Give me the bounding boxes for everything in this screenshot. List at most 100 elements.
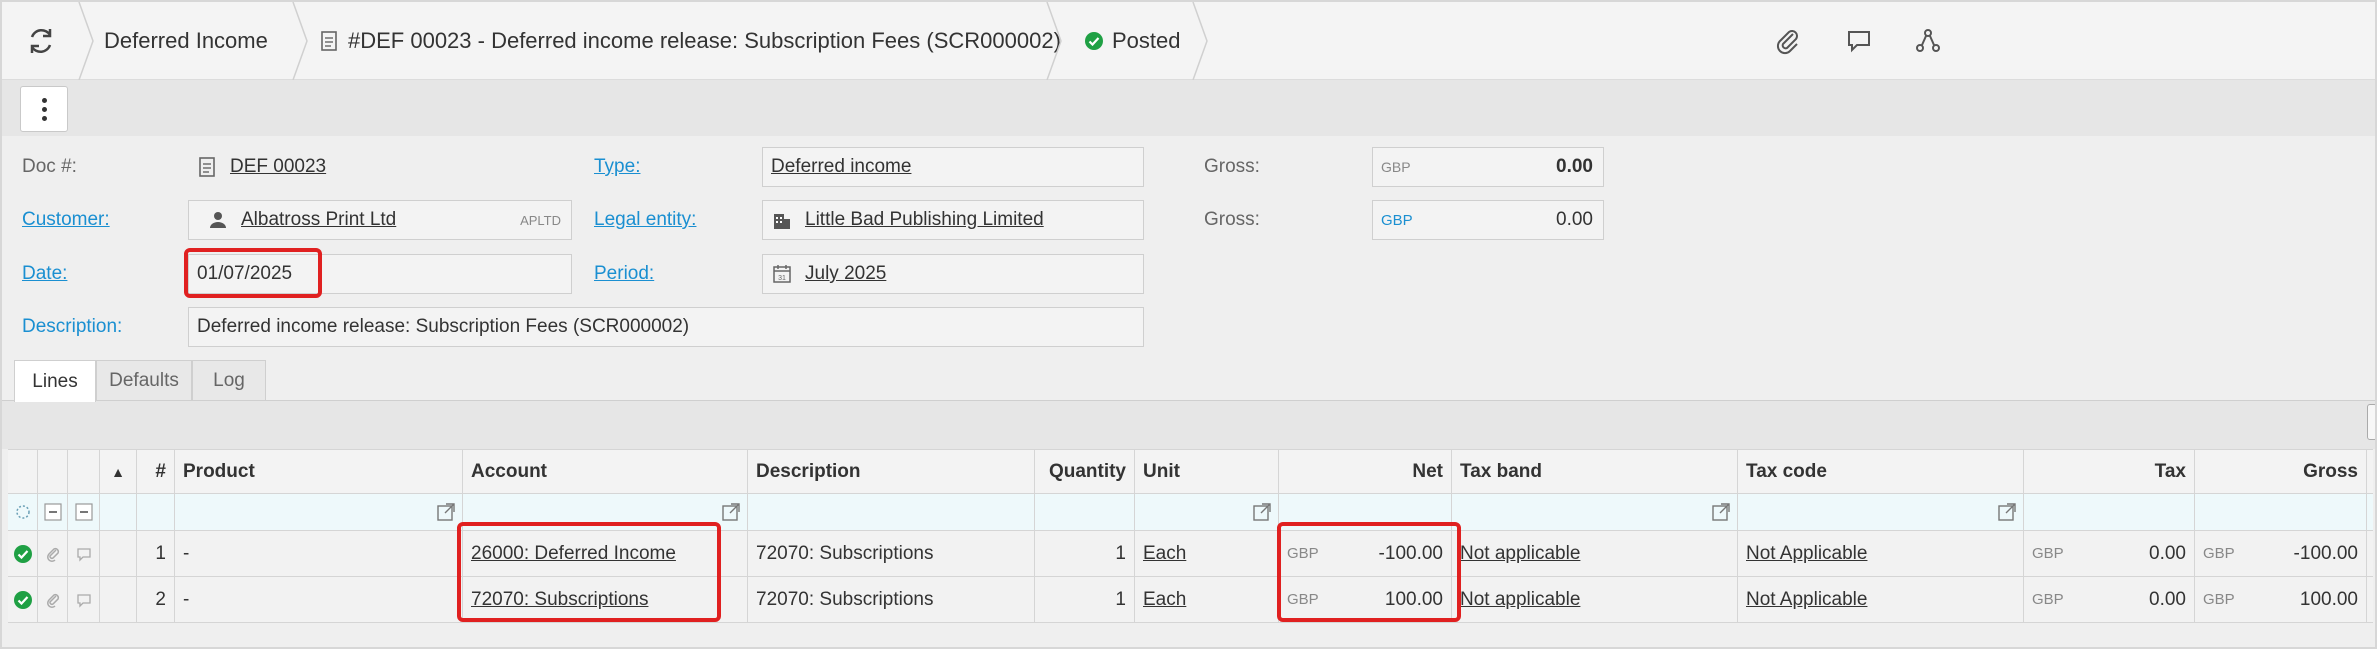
- cell-number: 2: [137, 577, 175, 622]
- popout-icon[interactable]: [1997, 502, 2017, 522]
- legal-entity-field[interactable]: Little Bad Publishing Limited: [762, 200, 1144, 240]
- cell-quantity[interactable]: 1: [1035, 577, 1135, 622]
- account-link[interactable]: 72070: Subscriptions: [471, 589, 648, 611]
- column-header-product[interactable]: Product: [175, 450, 463, 493]
- cell-description[interactable]: 72070: Subscriptions: [748, 531, 1035, 576]
- cell-net[interactable]: GBP 100.00: [1279, 577, 1452, 622]
- row-attachment[interactable]: [38, 577, 68, 622]
- column-header-gross[interactable]: Gross: [2195, 450, 2367, 493]
- filter-description[interactable]: [748, 494, 1035, 530]
- column-header-unit[interactable]: Unit: [1135, 450, 1279, 493]
- cell-product[interactable]: -: [175, 577, 463, 622]
- account-link[interactable]: 26000: Deferred Income: [471, 543, 676, 565]
- refresh-icon[interactable]: [26, 26, 56, 56]
- toolbar: [2, 80, 2375, 136]
- more-actions-button[interactable]: [20, 86, 68, 132]
- row-comment[interactable]: [68, 577, 100, 622]
- column-header-description[interactable]: Description: [748, 450, 1035, 493]
- cell-tax-band[interactable]: Not applicable: [1452, 531, 1738, 576]
- comment-icon[interactable]: [1844, 26, 1874, 56]
- table-row[interactable]: 2 - 72070: Subscriptions 72070: Subscrip…: [8, 577, 2373, 623]
- person-icon: [210, 212, 226, 228]
- filter-tax[interactable]: [2024, 494, 2195, 530]
- tax-code-link[interactable]: Not Applicable: [1746, 589, 1867, 611]
- filter-attachment[interactable]: [38, 494, 68, 530]
- description-field[interactable]: Deferred income release: Subscription Fe…: [188, 307, 1144, 347]
- breadcrumb-document[interactable]: #DEF 00023 - Deferred income release: Su…: [318, 2, 1061, 80]
- table-row[interactable]: 1 - 26000: Deferred Income 72070: Subscr…: [8, 531, 2373, 577]
- filter-unit[interactable]: [1135, 494, 1279, 530]
- filter-number[interactable]: [137, 494, 175, 530]
- cell-quantity[interactable]: 1: [1035, 531, 1135, 576]
- date-field[interactable]: 01/07/2025: [188, 254, 572, 294]
- cell-account[interactable]: 72070: Subscriptions: [463, 577, 748, 622]
- legal-entity-value: Little Bad Publishing Limited: [805, 209, 1044, 230]
- column-header-tax-band[interactable]: Tax band: [1452, 450, 1738, 493]
- legal-entity-label[interactable]: Legal entity:: [594, 201, 696, 239]
- paperclip-icon[interactable]: [1773, 26, 1803, 56]
- cell-product[interactable]: -: [175, 531, 463, 576]
- sort-indicator[interactable]: ▲: [100, 450, 137, 493]
- tax-band-link[interactable]: Not applicable: [1460, 543, 1580, 565]
- type-label[interactable]: Type:: [594, 148, 640, 186]
- tab-lines[interactable]: Lines: [14, 360, 96, 402]
- customer-label[interactable]: Customer:: [22, 201, 110, 239]
- filter-tax-band[interactable]: [1452, 494, 1738, 530]
- tax-currency: GBP: [2032, 545, 2064, 562]
- tax-currency: GBP: [2032, 591, 2064, 608]
- unit-link[interactable]: Each: [1143, 589, 1186, 611]
- popout-icon[interactable]: [1711, 502, 1731, 522]
- type-field[interactable]: Deferred income: [762, 147, 1144, 187]
- net-currency: GBP: [1287, 591, 1319, 608]
- tab-log[interactable]: Log: [192, 360, 266, 400]
- status-column-header: [8, 450, 38, 493]
- doc-number-value[interactable]: DEF 00023: [230, 156, 326, 178]
- filter-product[interactable]: [175, 494, 463, 530]
- filter-quantity[interactable]: [1035, 494, 1135, 530]
- scrollbar-handle[interactable]: [2367, 404, 2375, 440]
- column-header-tax[interactable]: Tax: [2024, 450, 2195, 493]
- filter-net[interactable]: [1279, 494, 1452, 530]
- cell-unit[interactable]: Each: [1135, 577, 1279, 622]
- unit-link[interactable]: Each: [1143, 543, 1186, 565]
- date-label[interactable]: Date:: [22, 255, 67, 293]
- filter-comment[interactable]: [68, 494, 100, 530]
- cell-tax-code[interactable]: Not Applicable: [1738, 531, 2024, 576]
- period-label[interactable]: Period:: [594, 255, 654, 293]
- popout-icon[interactable]: [721, 502, 741, 522]
- cell-tax[interactable]: GBP 0.00: [2024, 531, 2195, 576]
- column-header-number[interactable]: #: [137, 450, 175, 493]
- cell-unit[interactable]: Each: [1135, 531, 1279, 576]
- tax-band-link[interactable]: Not applicable: [1460, 589, 1580, 611]
- tab-defaults[interactable]: Defaults: [96, 360, 192, 400]
- filter-gross[interactable]: [2195, 494, 2367, 530]
- tax-code-link[interactable]: Not Applicable: [1746, 543, 1867, 565]
- cell-net[interactable]: GBP -100.00: [1279, 531, 1452, 576]
- cell-tax-band[interactable]: Not applicable: [1452, 577, 1738, 622]
- cell-description[interactable]: 72070: Subscriptions: [748, 577, 1035, 622]
- popout-icon[interactable]: [436, 502, 456, 522]
- row-attachment[interactable]: [38, 531, 68, 576]
- attachment-column-header: [38, 450, 68, 493]
- check-circle-icon: [13, 590, 32, 609]
- filter-tax-code[interactable]: [1738, 494, 2024, 530]
- filter-status[interactable]: [8, 494, 38, 530]
- customer-field[interactable]: Albatross Print Ltd APLTD: [188, 200, 572, 240]
- column-header-quantity[interactable]: Quantity: [1035, 450, 1135, 493]
- column-header-tax-code[interactable]: Tax code: [1738, 450, 2024, 493]
- column-header-net[interactable]: Net: [1279, 450, 1452, 493]
- doc-number-field[interactable]: DEF 00023: [188, 147, 572, 187]
- cell-tax[interactable]: GBP 0.00: [2024, 577, 2195, 622]
- popout-icon[interactable]: [1252, 502, 1272, 522]
- share-icon[interactable]: [1913, 26, 1943, 56]
- cell-tax-code[interactable]: Not Applicable: [1738, 577, 2024, 622]
- paperclip-icon: [46, 547, 59, 562]
- comment-column-header: [68, 450, 100, 493]
- filter-account[interactable]: [463, 494, 748, 530]
- column-header-account[interactable]: Account: [463, 450, 748, 493]
- cell-account[interactable]: 26000: Deferred Income: [463, 531, 748, 576]
- row-comment[interactable]: [68, 531, 100, 576]
- breadcrumb-section[interactable]: Deferred Income: [104, 2, 268, 80]
- svg-text:31: 31: [778, 275, 786, 282]
- period-field[interactable]: 31 July 2025: [762, 254, 1144, 294]
